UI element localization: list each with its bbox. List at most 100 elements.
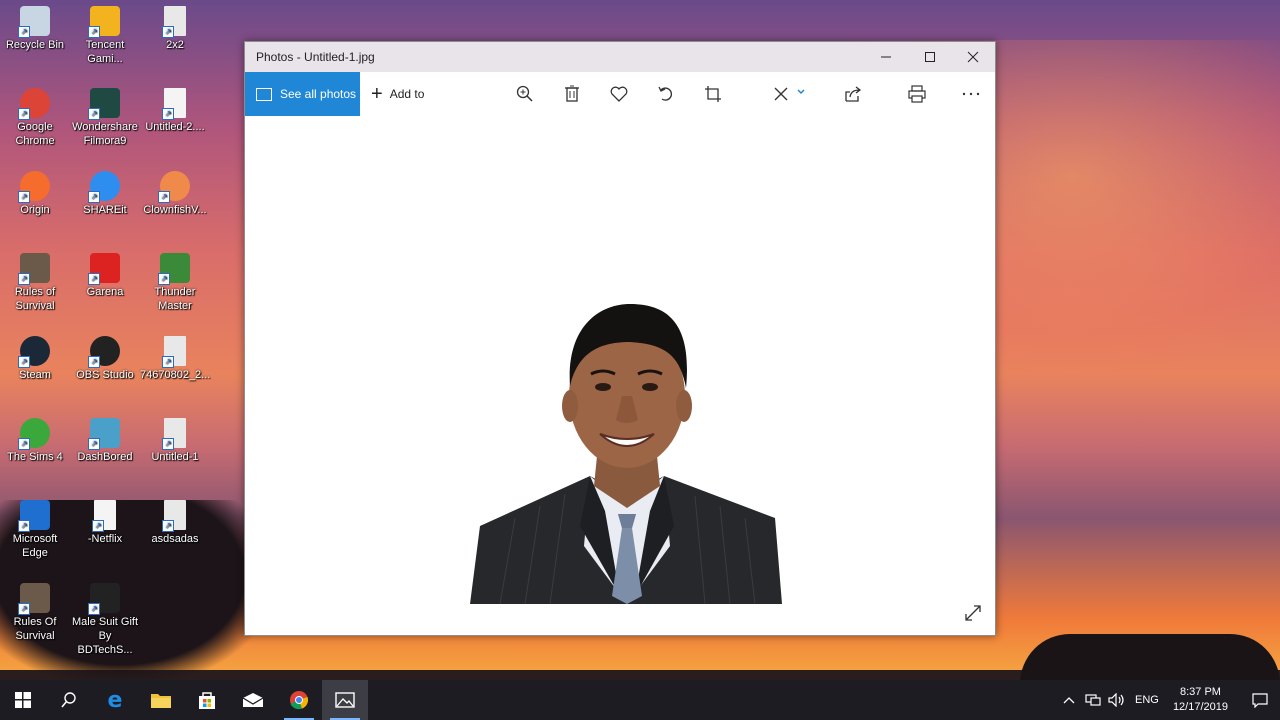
shortcut-arrow-icon: ↗ xyxy=(162,356,174,368)
shortcut-arrow-icon: ↗ xyxy=(88,603,100,615)
delete-button[interactable] xyxy=(560,82,584,106)
shortcut-arrow-icon: ↗ xyxy=(18,108,30,120)
wallpaper-hill xyxy=(1020,634,1280,684)
desktop-icon[interactable]: ↗ DashBored xyxy=(70,418,140,464)
edge-icon: e xyxy=(107,687,123,713)
desktop-icon[interactable]: ↗ Male Suit Gift By BDTechS... xyxy=(70,583,140,657)
share-button[interactable] xyxy=(841,82,865,106)
desktop-icon[interactable]: ↗ Untitled-1 xyxy=(140,418,210,464)
desktop-icon[interactable]: ↗ Thunder Master xyxy=(140,253,210,313)
taskbar-photos[interactable] xyxy=(322,680,368,720)
favorite-button[interactable] xyxy=(607,82,631,106)
desktop-icon[interactable]: ↗ The Sims 4 xyxy=(0,418,70,464)
desktop-icon[interactable]: ↗ Tencent Gami... xyxy=(70,6,140,66)
desktop-icon[interactable]: ↗ Microsoft Edge xyxy=(0,500,70,560)
desktop-icon-label: DashBored xyxy=(77,451,133,463)
taskbar-edge[interactable]: e xyxy=(92,680,138,720)
edit-create-icon xyxy=(774,87,805,101)
taskbar-chrome[interactable] xyxy=(276,680,322,720)
desktop-icon-label: SHAREit xyxy=(83,204,127,216)
crop-button[interactable] xyxy=(701,82,725,106)
desktop-icon-label: asdsadas xyxy=(151,533,199,545)
desktop-icon[interactable]: ↗ Wondershare Filmora9 xyxy=(70,88,140,148)
shortcut-arrow-icon: ↗ xyxy=(88,438,100,450)
desktop-icon-label: 2x2 xyxy=(166,39,184,51)
photo-thumbnail-icon: ↗ xyxy=(162,418,186,450)
clock-date: 12/17/2019 xyxy=(1172,701,1228,713)
photo-thumbnail-icon: ↗ xyxy=(162,6,186,38)
more-icon xyxy=(962,92,980,96)
origin-icon: ↗ xyxy=(18,171,50,203)
desktop-icon[interactable]: ↗ Origin xyxy=(0,171,70,217)
desktop-icon-label: 74670802_2... xyxy=(140,369,211,381)
volume-button[interactable] xyxy=(1105,680,1129,720)
full-screen-button[interactable] xyxy=(963,603,983,623)
desktop-icon[interactable]: ↗ Steam xyxy=(0,336,70,382)
shareit-icon: ↗ xyxy=(88,171,120,203)
desktop-icon-label: OBS Studio xyxy=(76,369,134,381)
shortcut-arrow-icon: ↗ xyxy=(18,520,30,532)
share-icon xyxy=(845,86,862,102)
taskbar-mail[interactable] xyxy=(230,680,276,720)
more-options-button[interactable] xyxy=(959,82,983,106)
filmora-icon: ↗ xyxy=(88,88,120,120)
portrait-photo xyxy=(470,304,782,604)
start-button[interactable] xyxy=(0,680,46,720)
toolbar: See all photos + Add to xyxy=(245,72,995,116)
desktop-icon[interactable]: ↗ Recycle Bin xyxy=(0,6,70,52)
desktop-icon[interactable]: ↗ Untitled-2.... xyxy=(140,88,210,134)
desktop-icon[interactable]: ↗ -Netflix xyxy=(70,500,140,546)
show-hidden-icons-button[interactable] xyxy=(1057,680,1081,720)
desktop-icon[interactable]: ↗ Garena xyxy=(70,253,140,299)
garena-icon: ↗ xyxy=(88,253,120,285)
taskbar-store[interactable] xyxy=(184,680,230,720)
chrome-icon xyxy=(290,691,309,710)
search-button[interactable] xyxy=(46,680,92,720)
desktop-icon[interactable]: ↗ 74670802_2... xyxy=(140,336,210,382)
add-to-button[interactable]: + Add to xyxy=(371,84,424,104)
desktop-icon[interactable]: ↗ asdsadas xyxy=(140,500,210,546)
print-button[interactable] xyxy=(905,82,929,106)
desktop-icon[interactable]: ↗ Rules Of Survival xyxy=(0,583,70,643)
title-bar[interactable]: Photos - Untitled-1.jpg xyxy=(245,42,995,72)
edit-create-button[interactable] xyxy=(771,82,807,106)
see-all-photos-button[interactable]: See all photos xyxy=(245,72,360,116)
photo-canvas[interactable] xyxy=(245,116,995,635)
desktop-icon[interactable]: ↗ OBS Studio xyxy=(70,336,140,382)
speaker-icon xyxy=(1108,693,1124,707)
crop-icon xyxy=(705,86,721,102)
desktop-icon-label: Male Suit Gift By BDTechS... xyxy=(71,616,139,656)
desktop-icon-label: -Netflix xyxy=(87,533,123,545)
shortcut-arrow-icon: ↗ xyxy=(162,520,174,532)
desktop-icon[interactable]: ↗ ClownfishV... xyxy=(140,171,210,217)
action-center-button[interactable] xyxy=(1240,680,1280,720)
edge-icon: ↗ xyxy=(18,500,50,532)
maximize-button[interactable] xyxy=(907,42,952,72)
desktop-icon[interactable]: ↗ 2x2 xyxy=(140,6,210,52)
desktop-icon-label: Rules of Survival xyxy=(14,286,56,312)
shortcut-arrow-icon: ↗ xyxy=(158,191,170,203)
maximize-icon xyxy=(924,52,935,62)
taskbar-file-explorer[interactable] xyxy=(138,680,184,720)
clock[interactable]: 8:37 PM 12/17/2019 xyxy=(1173,685,1228,715)
desktop-icon-label: Microsoft Edge xyxy=(12,533,58,559)
desktop-icon[interactable]: ↗ Rules of Survival xyxy=(0,253,70,313)
expand-icon xyxy=(965,605,981,621)
trash-icon xyxy=(565,85,579,102)
document-icon: ↗ xyxy=(92,500,116,532)
mail-icon xyxy=(242,693,264,707)
rotate-button[interactable] xyxy=(654,82,678,106)
steam-icon: ↗ xyxy=(18,336,50,368)
see-all-photos-label: See all photos xyxy=(280,87,357,101)
network-button[interactable] xyxy=(1081,680,1105,720)
photo-icon xyxy=(256,87,272,101)
zoom-button[interactable] xyxy=(513,82,537,106)
minimize-button[interactable] xyxy=(863,42,908,72)
language-indicator[interactable]: ENG xyxy=(1129,680,1165,720)
desktop-icon-label: Garena xyxy=(86,286,124,298)
system-tray: ENG 8:37 PM 12/17/2019 xyxy=(1057,680,1280,720)
heart-icon xyxy=(610,86,628,102)
desktop-icon[interactable]: ↗ Google Chrome xyxy=(0,88,70,148)
desktop-icon[interactable]: ↗ SHAREit xyxy=(70,171,140,217)
close-button[interactable] xyxy=(950,42,995,72)
